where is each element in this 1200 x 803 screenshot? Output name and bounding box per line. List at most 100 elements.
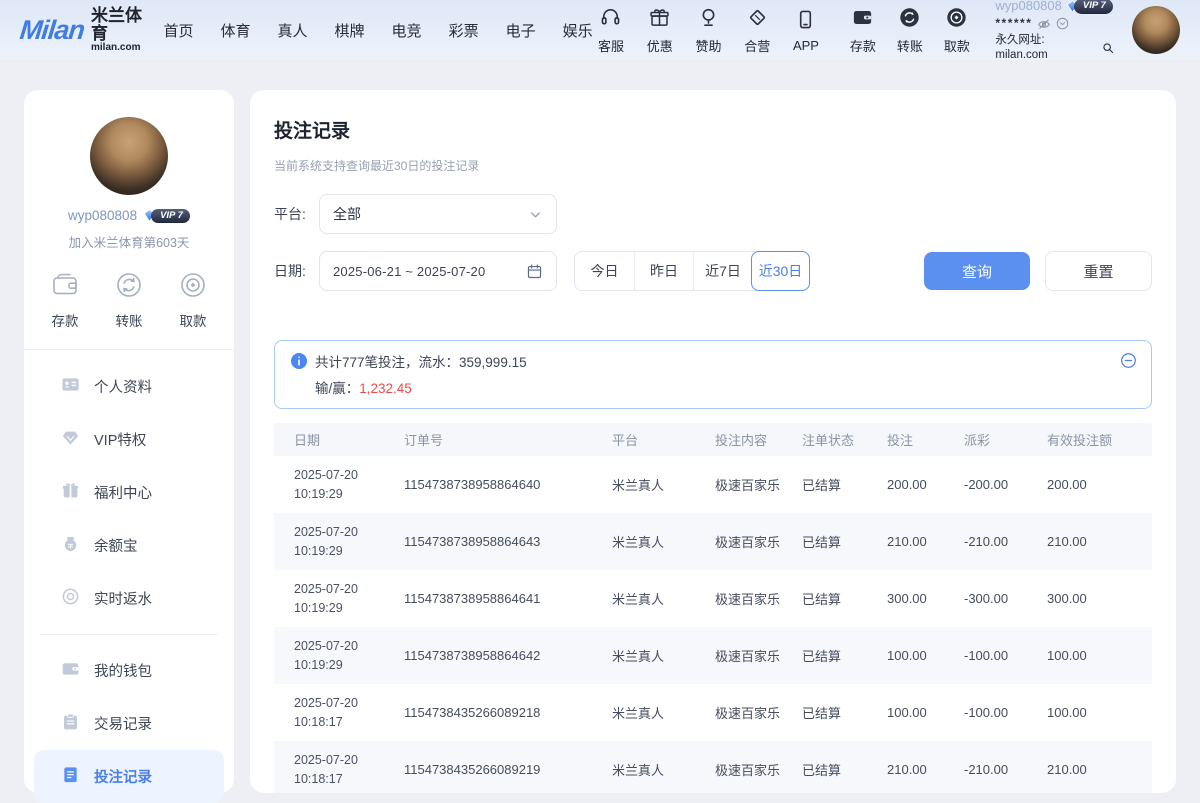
icon-label: 存款	[850, 36, 876, 55]
icon-label: APP	[793, 38, 819, 53]
rebate-icon	[61, 587, 80, 610]
reset-button[interactable]: 重置	[1045, 251, 1152, 291]
deposit-wallet-icon	[50, 270, 80, 303]
bet-records-table: 日期订单号平台投注内容注单状态投注派彩有效投注额 2025-07-2010:19…	[274, 423, 1152, 793]
quick-date-button[interactable]: 近7日	[693, 252, 752, 290]
cell-platform: 米兰真人	[612, 703, 715, 722]
cell-date: 2025-07-2010:18:17	[274, 751, 404, 787]
column-header: 平台	[612, 430, 715, 449]
piggy-bank-icon	[61, 534, 80, 557]
cell-status: 已结算	[802, 703, 887, 722]
logo-script-text: Milan	[18, 15, 85, 46]
withdraw-button[interactable]: 取款	[938, 6, 975, 55]
sidebar-deposit-button[interactable]: 存款	[50, 270, 80, 330]
nav-item[interactable]: 棋牌	[335, 20, 365, 41]
cell-status: 已结算	[802, 475, 887, 494]
cell-payout: -210.00	[964, 534, 1047, 549]
info-icon	[291, 353, 307, 369]
menu-item-label: 我的钱包	[94, 660, 152, 681]
nav-item[interactable]: 电子	[506, 20, 536, 41]
chevron-circle-icon[interactable]	[1056, 17, 1069, 30]
menu-item-label: 个人资料	[94, 376, 152, 397]
cell-content: 极速百家乐	[715, 589, 802, 608]
winloss-label: 输/赢：	[315, 381, 359, 396]
user-avatar[interactable]	[1132, 6, 1180, 54]
sidebar-item-vip[interactable]: VIP特权	[24, 413, 234, 466]
transactions-icon	[61, 712, 80, 735]
sidebar-item-welfare[interactable]: 福利中心	[24, 466, 234, 519]
nav-item[interactable]: 彩票	[449, 20, 479, 41]
app-download-button[interactable]: APP	[788, 8, 825, 53]
icon-label: 合营	[744, 36, 770, 55]
quick-date-button[interactable]: 近30日	[751, 251, 810, 291]
quick-date-button[interactable]: 昨日	[634, 252, 693, 290]
cell-payout: -200.00	[964, 477, 1047, 492]
column-header: 订单号	[404, 430, 612, 449]
table-row: 2025-07-2010:18:17 1154738435266089218 米…	[274, 684, 1152, 741]
sidebar-item-yuebao[interactable]: 余额宝	[24, 519, 234, 572]
cell-payout: -100.00	[964, 648, 1047, 663]
cell-platform: 米兰真人	[612, 646, 715, 665]
query-button[interactable]: 查询	[924, 252, 1030, 290]
icon-label: 赞助	[695, 36, 721, 55]
cell-platform: 米兰真人	[612, 475, 715, 494]
withdraw-icon	[945, 6, 968, 34]
cell-content: 极速百家乐	[715, 475, 802, 494]
date-range-picker[interactable]: 2025-06-21 ~ 2025-07-20	[319, 251, 557, 291]
cell-valid-bet: 210.00	[1047, 762, 1152, 777]
sidebar-item-transactions[interactable]: 交易记录	[24, 697, 234, 750]
sidebar-item-wallet[interactable]: 我的钱包	[24, 644, 234, 697]
menu-item-label: VIP特权	[94, 429, 146, 450]
profile-avatar[interactable]	[90, 117, 168, 195]
sidebar-withdraw-button[interactable]: 取款	[178, 270, 208, 330]
transfer-button[interactable]: 转账	[891, 6, 928, 55]
cell-valid-bet: 210.00	[1047, 534, 1152, 549]
vip-level-label: VIP 7	[151, 209, 190, 223]
quick-date-button[interactable]: 今日	[575, 252, 634, 290]
vip-badge: VIP 7	[143, 209, 190, 223]
quick-action-label: 存款	[52, 310, 79, 330]
headset-icon	[599, 6, 622, 34]
wallet-icon	[61, 659, 80, 682]
sponsor-button[interactable]: 赞助	[690, 6, 727, 55]
bet-records-icon	[61, 765, 80, 788]
menu-item-label: 福利中心	[94, 482, 152, 503]
summary-banner: 共计777笔投注，流水：359,999.15 输/赢：1,232.45	[274, 340, 1152, 409]
withdraw-icon	[178, 270, 208, 303]
table-row: 2025-07-2010:19:29 1154738738958864640 米…	[274, 456, 1152, 513]
eye-off-icon[interactable]	[1037, 17, 1051, 31]
sidebar-transfer-button[interactable]: 转账	[114, 270, 144, 330]
cell-order-no: 1154738435266089219	[404, 762, 612, 777]
cell-payout: -300.00	[964, 591, 1047, 606]
deposit-button[interactable]: 存款	[844, 6, 881, 55]
sidebar-item-profile[interactable]: 个人资料	[24, 360, 234, 413]
platform-select-value: 全部	[333, 204, 528, 224]
nav-item[interactable]: 娱乐	[563, 20, 593, 41]
partner-button[interactable]: 合营	[739, 6, 776, 55]
column-header: 投注	[887, 430, 964, 449]
promotions-button[interactable]: 优惠	[641, 6, 678, 55]
collapse-summary-button[interactable]	[1120, 352, 1137, 369]
quick-action-label: 取款	[180, 310, 207, 330]
nav-item[interactable]: 电竞	[392, 20, 422, 41]
sidebar-item-bet-records[interactable]: 投注记录	[34, 750, 224, 803]
platform-select[interactable]: 全部	[319, 194, 557, 234]
transfer-icon	[114, 270, 144, 303]
sidebar-item-rebate[interactable]: 实时返水	[24, 572, 234, 625]
menu-item-label: 投注记录	[94, 766, 152, 787]
vip-level-label: VIP 7	[1074, 0, 1113, 14]
menu-item-label: 实时返水	[94, 588, 152, 609]
column-header: 有效投注额	[1047, 430, 1152, 449]
nav-item[interactable]: 真人	[278, 20, 308, 41]
magnifier-icon[interactable]	[1102, 42, 1114, 54]
nav-item[interactable]: 体育	[221, 20, 251, 41]
cell-bet: 200.00	[887, 477, 964, 492]
sidebar: wyp080808 VIP 7 加入米兰体育第603天 存款	[24, 90, 234, 793]
nav-item[interactable]: 首页	[163, 20, 193, 41]
column-header: 注单状态	[802, 430, 887, 449]
cell-bet: 210.00	[887, 534, 964, 549]
site-logo[interactable]: Milan 米兰体育 milan.com	[20, 7, 147, 53]
cell-status: 已结算	[802, 646, 887, 665]
customer-service-button[interactable]: 客服	[593, 6, 630, 55]
icon-label: 客服	[598, 36, 624, 55]
